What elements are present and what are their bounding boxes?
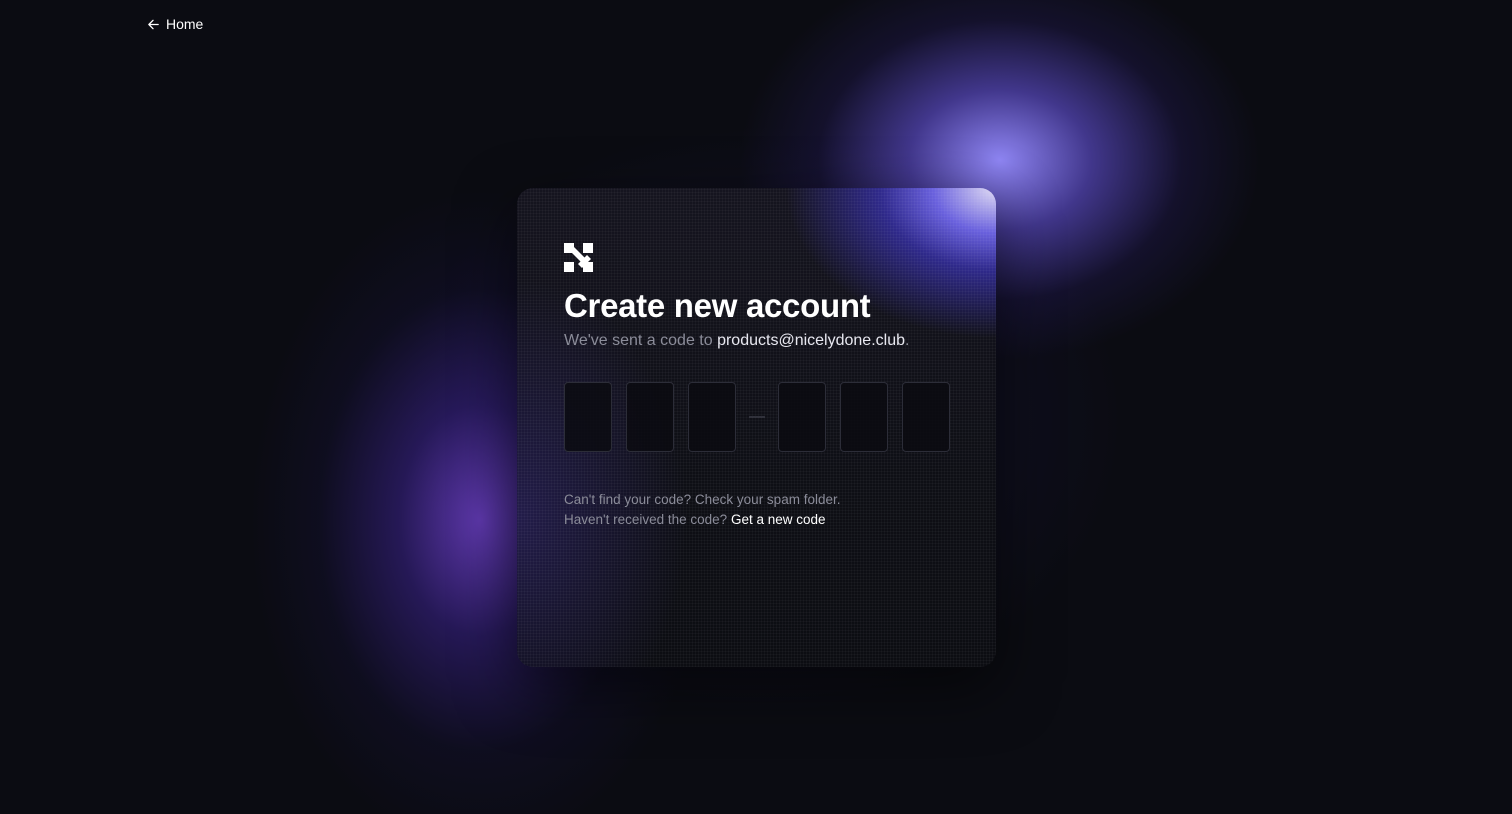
code-digit-2-input[interactable] [626, 382, 674, 452]
code-sent-message: We've sent a code to products@nicelydone… [564, 330, 964, 352]
resend-prefix: Haven't received the code? [564, 511, 731, 527]
arrow-left-icon [148, 19, 159, 29]
brand-logo-icon [564, 243, 593, 272]
resend-hint: Haven't received the code? Get a new cod… [564, 510, 964, 530]
recipient-email: products@nicelydone.club [717, 332, 905, 349]
page-title: Create new account [564, 287, 871, 324]
help-text: Can't find your code? Check your spam fo… [564, 490, 964, 529]
get-new-code-link[interactable]: Get a new code [731, 512, 826, 527]
home-back-link[interactable]: Home [147, 16, 203, 32]
signup-card: Create new account We've sent a code to … [517, 188, 996, 667]
code-sent-suffix: . [904, 332, 910, 349]
home-link-label: Home [166, 16, 204, 32]
code-digit-6-input[interactable] [902, 382, 950, 452]
code-sent-prefix: We've sent a code to [564, 332, 718, 349]
code-digit-3-input[interactable] [688, 382, 736, 452]
page-background: Home Create new account We've sent a cod… [0, 0, 1512, 814]
code-separator: — [749, 408, 765, 425]
verification-code-input-group: — [564, 382, 964, 452]
code-digit-1-input[interactable] [564, 382, 612, 452]
spam-folder-hint: Can't find your code? Check your spam fo… [564, 492, 841, 507]
code-digit-5-input[interactable] [840, 382, 888, 452]
card-content: Create new account We've sent a code to … [564, 243, 964, 529]
code-digit-4-input[interactable] [778, 382, 826, 452]
